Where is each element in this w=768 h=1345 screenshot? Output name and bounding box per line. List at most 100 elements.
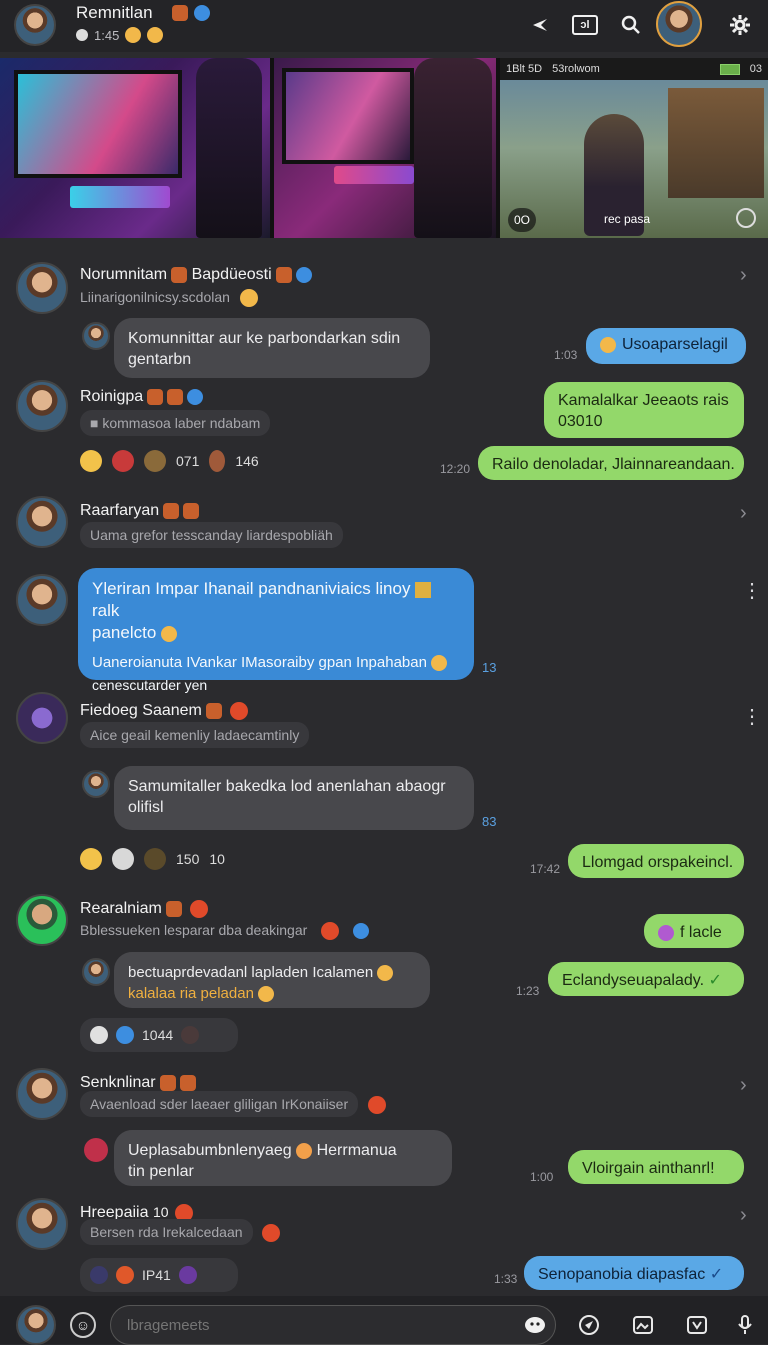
preview-text: Avaenload sder laeaer gliligan IrKonaiis… <box>80 1091 359 1117</box>
message-time: 1:00 <box>530 1170 554 1184</box>
verified-icon <box>194 5 210 21</box>
reply-bubble[interactable]: Senopanobia diapasfac ✓ <box>524 1256 744 1290</box>
user-avatar[interactable] <box>656 1 702 47</box>
contact-avatar[interactable] <box>16 1198 68 1250</box>
emoji-icon <box>258 986 275 1003</box>
gallery-icon[interactable] <box>630 1312 656 1338</box>
emoji-icon <box>181 1026 200 1044</box>
message-text: Samumitaller bakedka lod anenlahan abaog… <box>128 778 446 816</box>
message-text: tin penlar <box>128 1163 194 1180</box>
contact-name: Senknlinar <box>80 1074 196 1092</box>
monitor-shape <box>282 68 414 164</box>
emoji-icon <box>116 1266 134 1284</box>
contact-avatar[interactable] <box>16 262 68 314</box>
verified-icon <box>295 266 312 283</box>
message-preview: Bblessueken lesparar dba deakingar <box>80 922 370 941</box>
video-center-label: rec pasa <box>604 212 651 226</box>
message-text: Ueplasabumbnlenyaeg <box>128 1142 292 1159</box>
message-input[interactable] <box>110 1305 556 1345</box>
more-options-icon[interactable]: ⋮ <box>742 704 762 729</box>
emoji-icon <box>144 848 166 870</box>
reaction-count: 1044 <box>142 1027 174 1043</box>
chevron-right-icon[interactable]: › <box>740 502 747 525</box>
contact-name-text: Norumnitam <box>80 266 168 283</box>
message-text: Uaneroianuta IVankar IMasoraiby gpan Inp… <box>92 654 427 671</box>
reply-avatar <box>82 770 110 798</box>
reply-avatar <box>84 1138 108 1162</box>
contact-name-extra: 10 <box>152 1204 169 1221</box>
reactions-row[interactable]: 1044 <box>80 1018 238 1052</box>
microphone-icon[interactable] <box>732 1312 758 1338</box>
reply-bubble[interactable]: Llomgad orspakeincl. <box>568 844 744 878</box>
location-icon[interactable] <box>576 1312 602 1338</box>
emoji-icon <box>90 1026 108 1044</box>
emoji-icon <box>368 1096 387 1115</box>
reply-bubble[interactable]: Eclandyseuapalady. ✓ <box>548 962 744 996</box>
verified-icon <box>353 923 370 940</box>
profile-avatar[interactable] <box>14 4 56 46</box>
contact-name-text: Roinigpa <box>80 388 144 405</box>
reply-text: Llomgad orspakeincl. <box>582 854 734 871</box>
reply-text: Eclandyseuapalady. <box>562 972 705 989</box>
message-bubble[interactable]: Ueplasabumbnlenyaeg Herrmanua tin penlar <box>114 1130 452 1186</box>
badge-icon <box>183 502 200 519</box>
reply-text: Railo denoladar, Jlainnareandaan. <box>492 456 735 473</box>
video-icon[interactable] <box>684 1312 710 1338</box>
media-icon[interactable]: ɔl <box>570 10 600 40</box>
search-icon[interactable] <box>616 10 646 40</box>
battery-icon <box>719 63 740 75</box>
emoji-icon <box>209 450 226 472</box>
reply-avatar <box>82 322 110 350</box>
message-bubble[interactable]: Yleriran Impar Ihanail pandnaniviaics li… <box>78 568 474 693</box>
reply-text: f lacle <box>680 924 722 941</box>
contact-avatar[interactable] <box>16 380 68 432</box>
verified-icon <box>187 388 204 405</box>
contact-avatar[interactable] <box>16 574 68 626</box>
contact-avatar[interactable] <box>16 894 68 946</box>
emoji-icon <box>321 922 340 941</box>
keyboard-shape <box>70 186 170 208</box>
reply-bubble[interactable]: Usoaparselagil <box>586 328 746 364</box>
settings-icon[interactable] <box>724 10 756 40</box>
message-bubble[interactable]: Samumitaller bakedka lod anenlahan abaog… <box>114 766 474 830</box>
my-avatar[interactable] <box>16 1305 56 1345</box>
back-icon[interactable] <box>524 10 554 40</box>
media-label: ɔl <box>572 15 598 35</box>
media-gallery: 1Blt 5D 53rolwom 03 0O rec pasa <box>0 58 768 238</box>
message-time: 1:33 <box>494 1272 518 1286</box>
gallery-photo-setup-2[interactable] <box>274 58 496 238</box>
preview-text: Aice geail kemenliy ladaecamtinly <box>90 727 300 743</box>
gallery-photo-setup-1[interactable] <box>0 58 270 238</box>
message-line: tin penlar <box>128 1161 438 1182</box>
contact-avatar[interactable] <box>16 1068 68 1120</box>
contact-avatar[interactable] <box>16 692 68 744</box>
emoji-icon <box>112 450 134 472</box>
emoji-icon <box>377 965 394 982</box>
chevron-right-icon[interactable]: › <box>740 1204 747 1227</box>
reply-bubble[interactable]: Railo denoladar, Jlainnareandaan. <box>478 446 744 480</box>
message-text: ralk <box>92 601 120 620</box>
contact-avatar[interactable] <box>16 496 68 548</box>
reactions-row[interactable]: 071 146 <box>80 450 259 472</box>
gallery-video-game[interactable]: 1Blt 5D 53rolwom 03 0O rec pasa <box>500 58 768 238</box>
chevron-right-icon[interactable]: › <box>740 1074 747 1097</box>
message-time: 17:42 <box>530 862 561 876</box>
reply-bubble[interactable]: f lacle <box>644 914 744 948</box>
reply-bubble[interactable]: Vloirgain ainthanrl! <box>568 1150 744 1184</box>
reactions-row[interactable]: IP41 <box>80 1258 238 1292</box>
message-time: 1:23 <box>516 984 540 998</box>
more-options-icon[interactable]: ⋮ <box>742 578 762 603</box>
reaction-count: 150 <box>176 851 200 867</box>
sticker-icon[interactable] <box>522 1312 548 1338</box>
reply-bubble[interactable]: Kamalalkar Jeeaots rais 03010 <box>544 382 744 438</box>
chevron-right-icon[interactable]: › <box>740 264 747 287</box>
message-bubble[interactable]: Komunnittar aur ke parbondarkan sdin gen… <box>114 318 430 378</box>
emoji-icon <box>161 625 178 642</box>
message-time: 12:20 <box>440 462 471 476</box>
battery-level: 03 <box>749 63 762 75</box>
reactions-row[interactable]: 150 10 <box>80 848 225 870</box>
emoji-picker-icon[interactable]: ☺ <box>70 1312 96 1338</box>
message-preview: Uama grefor tesscanday liardespobliäh <box>80 522 343 548</box>
message-bubble[interactable]: bectuaprdevadanl lapladen Icalamen kalal… <box>114 952 430 1008</box>
fullscreen-icon[interactable] <box>736 208 756 228</box>
